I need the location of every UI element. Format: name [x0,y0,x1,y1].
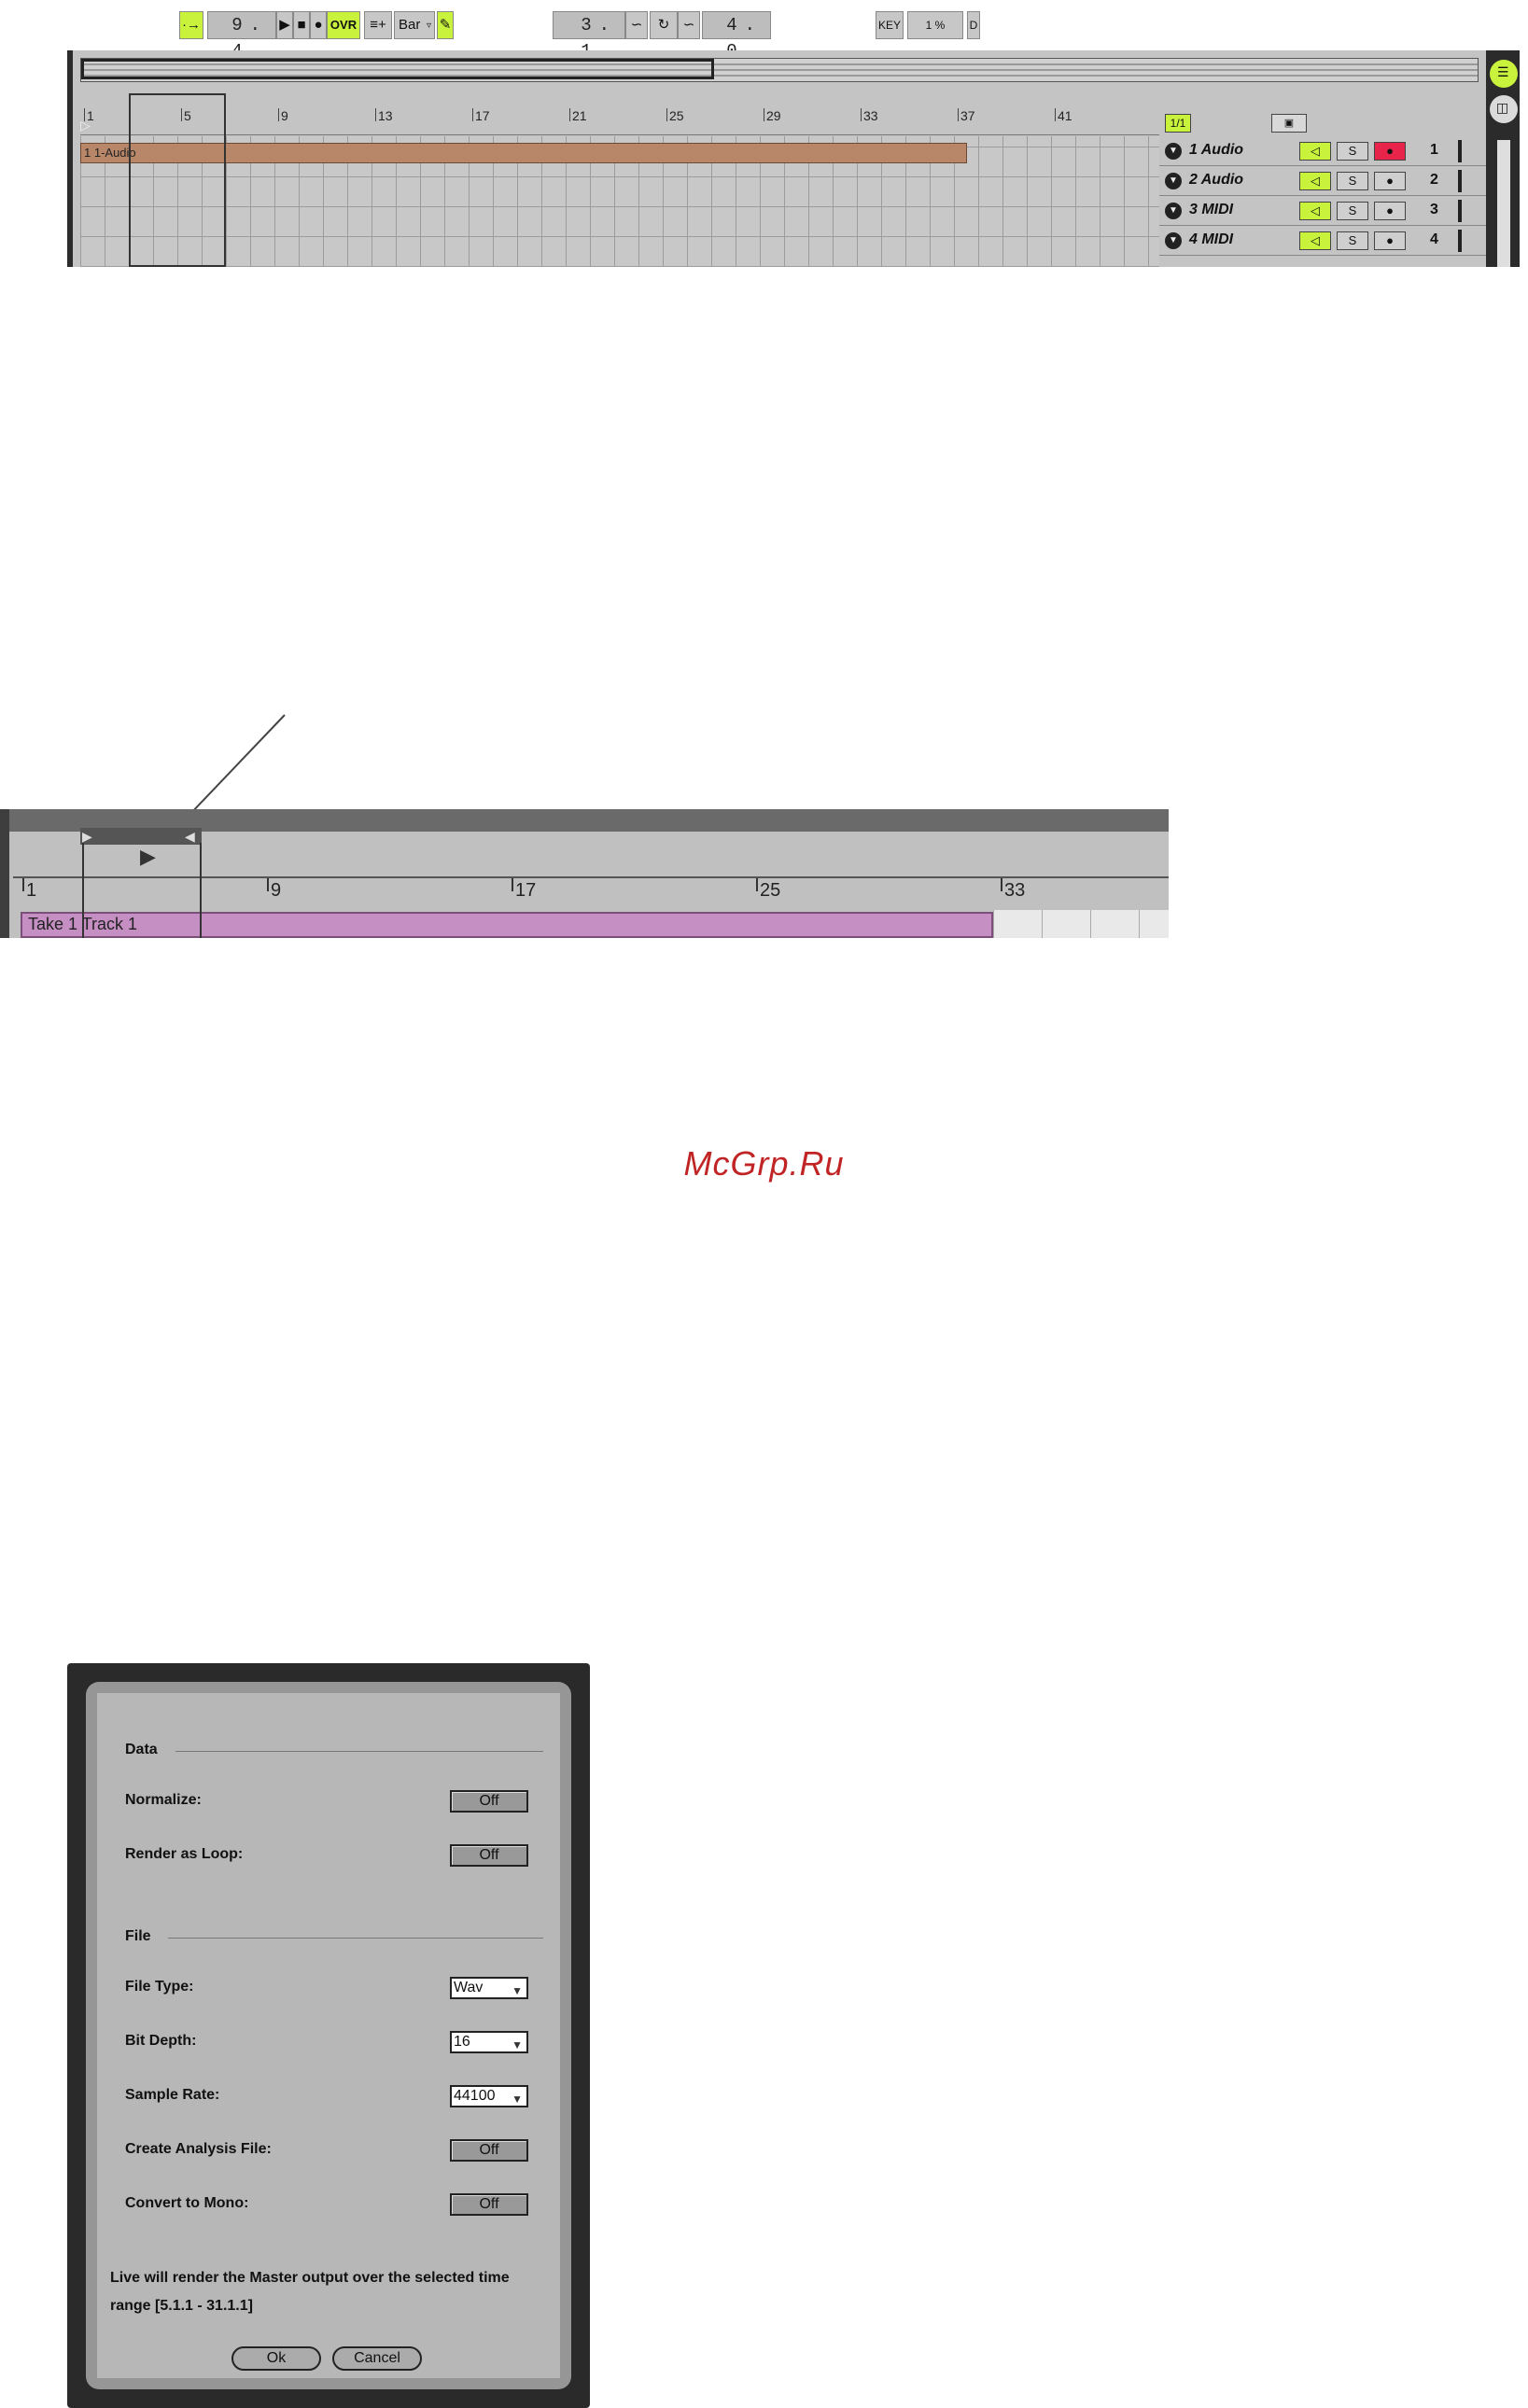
normalize-label: Normalize: [125,1792,202,1808]
bit-depth-label: Bit Depth: [125,2033,197,2049]
sample-rate-label: Sample Rate: [125,2087,220,2103]
file-type-label: File Type: [125,1979,194,1995]
zoom-grid[interactable] [993,910,1169,938]
convert-mono-toggle[interactable]: Off [450,2193,528,2216]
zoom-ruler-bar-label: 9 [271,880,282,901]
zoom-left-edge [0,809,9,938]
zoom-ruler-tick [756,878,758,891]
watermark: McGrp.Ru [683,1144,845,1183]
render-loop-label: Render as Loop: [125,1846,244,1862]
chevron-down-icon: ▼ [512,1984,523,1997]
render-loop-toggle[interactable]: Off [450,1844,528,1867]
render-range-message: Live will render the Master output over … [110,2270,510,2314]
zoom-time-selection[interactable] [82,843,202,938]
bit-depth-select[interactable]: 16 ▼ [450,2031,528,2053]
zoom-ruler-bar-label: 25 [760,880,781,901]
zoom-ruler-tick [1001,878,1002,891]
sample-rate-value: 44100 [454,2088,496,2104]
section-divider [168,1938,543,1939]
sample-rate-select[interactable]: 44100 ▼ [450,2085,528,2107]
normalize-toggle[interactable]: Off [450,1790,528,1813]
ok-button[interactable]: Ok [231,2346,321,2371]
dialog-panel: Data Normalize: Off Render as Loop: Off … [97,1693,560,2378]
zoomed-selection-screenshot: ▶ ◀ ▶ 1 9 17 25 33 Take 1 Track 1 [0,809,1169,938]
zoom-ruler-tick [512,878,513,891]
zoom-ruler-tick [267,878,269,891]
zoom-ruler-tick [22,878,24,891]
file-type-value: Wav [454,1980,484,1995]
file-type-select[interactable]: Wav ▼ [450,1977,528,1999]
bit-depth-value: 16 [454,2034,470,2050]
zoom-ruler-bar-label: 1 [26,880,37,901]
section-divider [175,1751,543,1752]
chevron-down-icon: ▼ [512,2038,523,2051]
section-heading-file: File [125,1928,151,1944]
export-audio-dialog: Data Normalize: Off Render as Loop: Off … [67,1663,590,2408]
analysis-file-label: Create Analysis File: [125,2141,272,2157]
section-heading-data: Data [125,1742,158,1757]
analysis-file-toggle[interactable]: Off [450,2139,528,2162]
zoom-ruler-bar-label: 33 [1004,880,1026,901]
convert-mono-label: Convert to Mono: [125,2195,249,2211]
chevron-down-icon: ▼ [512,2093,523,2106]
cancel-button[interactable]: Cancel [332,2346,422,2371]
zoom-ruler-bar-label: 17 [515,880,537,901]
